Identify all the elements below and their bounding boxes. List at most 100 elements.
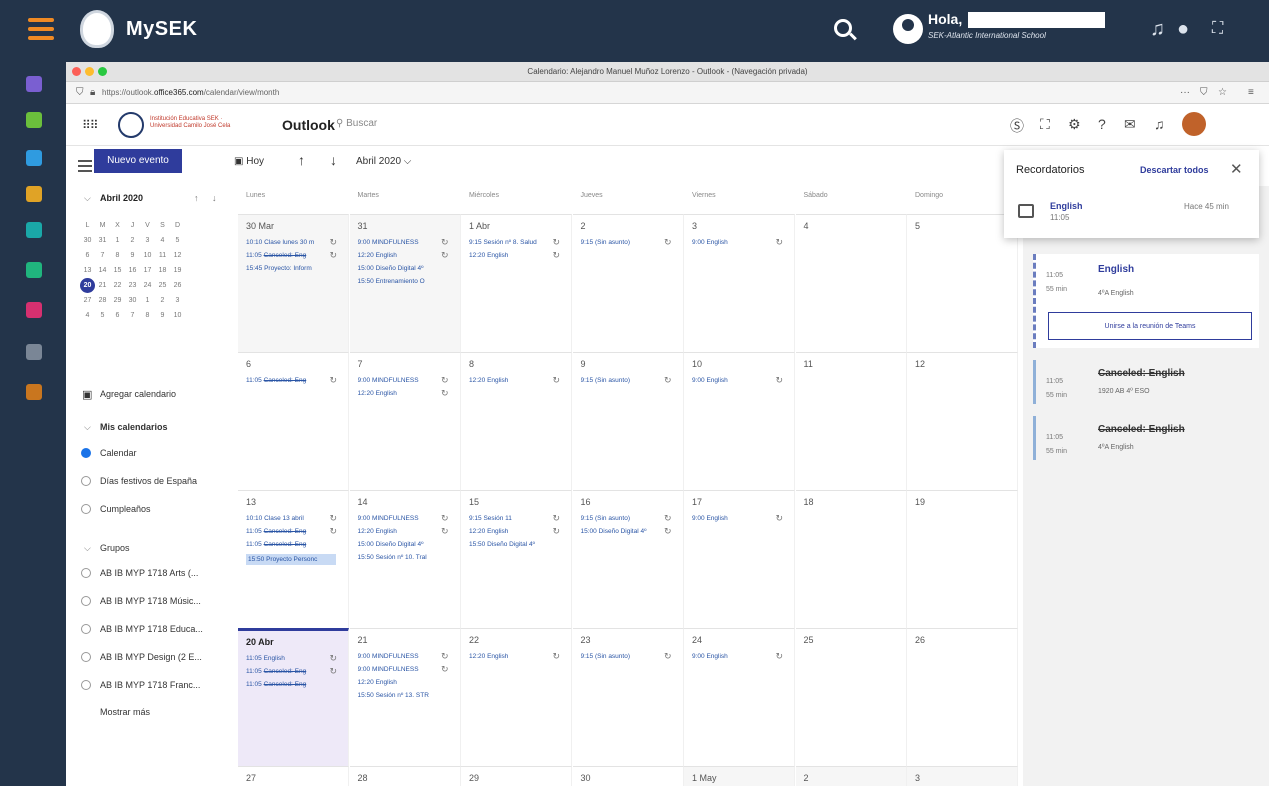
mini-day[interactable]: 2 (125, 233, 140, 248)
calendar-event[interactable]: 11:05 Canceled: Eng (246, 252, 336, 259)
notebook-app-icon[interactable] (26, 112, 42, 128)
calendar-event[interactable]: 10:10 Clase lunes 30 m (246, 239, 336, 246)
search-icon[interactable] (834, 19, 852, 37)
mini-day[interactable]: 9 (125, 248, 140, 263)
day-number[interactable]: 5 (915, 221, 920, 231)
day-cell[interactable]: 20 Abr 11:05 English ↻ 11:05 Canceled: Eng ↻… (238, 628, 349, 766)
food-app-icon[interactable] (26, 344, 42, 360)
mini-day[interactable]: 12 (170, 248, 185, 263)
day-number[interactable]: 31 (358, 221, 368, 231)
day-number[interactable]: 7 (358, 359, 363, 369)
mini-day[interactable]: 3 (140, 233, 155, 248)
feedback-icon[interactable]: ✉ (1124, 116, 1136, 133)
calendar-event[interactable]: 15:50 Entrenamiento O (358, 278, 448, 285)
teams-app-icon[interactable] (26, 76, 42, 92)
day-cell[interactable]: 4 (795, 214, 907, 352)
url-text[interactable]: https://outlook.office365.com/calendar/v… (102, 82, 279, 104)
mini-day[interactable]: 5 (170, 233, 185, 248)
day-cell[interactable]: 5 (907, 214, 1018, 352)
chevron-down-icon[interactable]: ⌵ (84, 543, 91, 554)
calendar-event[interactable]: 9:00 MINDFULNESS (358, 666, 448, 673)
day-cell[interactable]: 1 Abr 9:15 Sesión nº 8. Salud ↻ 12:20 Engli… (461, 214, 572, 352)
mini-day[interactable]: 26 (170, 278, 185, 293)
mini-day[interactable]: 3 (170, 293, 185, 308)
groups-header[interactable]: Grupos (100, 543, 130, 553)
day-cell[interactable]: 30 (572, 766, 684, 786)
mini-day[interactable]: 7 (95, 248, 110, 263)
user-avatar-icon[interactable] (893, 14, 923, 44)
calendar-event[interactable]: 9:15 (Sin asunto) (581, 239, 671, 246)
day-number[interactable]: 4 (804, 221, 809, 231)
day-cell[interactable]: 8 12:20 English ↻ (461, 352, 572, 490)
day-cell[interactable]: 28 (349, 766, 461, 786)
day-number[interactable]: 19 (915, 497, 925, 507)
calendar-event[interactable]: 9:00 MINDFULNESS (358, 653, 448, 660)
day-number[interactable]: 1 Abr (469, 221, 490, 231)
palette-icon[interactable]: ● (1177, 18, 1189, 40)
mini-day[interactable]: 8 (140, 308, 155, 323)
calendar-event[interactable]: 11:05 Canceled: Eng (246, 541, 336, 548)
outlook-app-icon[interactable] (26, 150, 42, 166)
day-number[interactable]: 8 (469, 359, 474, 369)
mini-day[interactable]: 17 (140, 263, 155, 278)
mini-prev-icon[interactable]: ↑ (194, 193, 199, 203)
app-launcher-icon[interactable]: ⠿⠿ (82, 118, 99, 132)
mini-day[interactable]: 6 (80, 248, 95, 263)
mini-day[interactable]: 16 (125, 263, 140, 278)
day-cell[interactable]: 22 12:20 English ↻ (461, 628, 572, 766)
mini-day[interactable]: 9 (155, 308, 170, 323)
day-number[interactable]: 22 (469, 635, 479, 645)
calendar-event[interactable]: 15:45 Proyecto: Inform (246, 265, 336, 272)
day-number[interactable]: 17 (692, 497, 702, 507)
day-number[interactable]: 11 (804, 359, 813, 369)
calendar-event[interactable]: 15:00 Diseño Digital 4º (358, 265, 448, 272)
calendar-event[interactable]: 9:15 (Sin asunto) (581, 653, 671, 660)
day-cell[interactable]: 3 (907, 766, 1018, 786)
calendar-event[interactable]: 10:10 Clase 13 abril (246, 515, 336, 522)
day-cell[interactable]: 23 9:15 (Sin asunto) ↻ (572, 628, 684, 766)
mini-day[interactable]: 23 (125, 278, 140, 293)
day-cell[interactable]: 27 (238, 766, 349, 786)
calendar-event[interactable]: 9:15 (Sin asunto) (581, 515, 671, 522)
calendar-event[interactable]: 9:00 English (692, 515, 782, 522)
day-cell[interactable]: 29 (461, 766, 572, 786)
calendar-checkbox[interactable] (81, 476, 91, 486)
mini-day[interactable]: 2 (155, 293, 170, 308)
mini-day[interactable]: 10 (170, 308, 185, 323)
day-number[interactable]: 1 May (692, 773, 717, 783)
calendar-event[interactable]: 12:20 English (469, 653, 559, 660)
day-number[interactable]: 10 (692, 359, 702, 369)
mini-day[interactable]: 5 (95, 308, 110, 323)
url-bar[interactable]: ⛉ 🔒︎ https://outlook.office365.com/calen… (66, 82, 1269, 104)
calendar-event[interactable]: 9:00 English (692, 377, 782, 384)
mini-day[interactable]: 30 (80, 233, 95, 248)
profile-avatar[interactable] (1182, 112, 1206, 136)
calendar-event[interactable]: 9:15 Sesión 11 (469, 515, 559, 522)
calendar-event[interactable]: 12:20 English (469, 252, 559, 259)
calendar-list-item[interactable]: Calendar (100, 448, 137, 458)
flask-app-icon[interactable] (26, 262, 42, 278)
mini-day[interactable]: 20 (80, 278, 95, 293)
day-cell[interactable]: 21 9:00 MINDFULNESS ↻ 9:00 MINDFULNESS ↻ 12:2… (349, 628, 461, 766)
calendar-event[interactable]: 9:00 MINDFULNESS (358, 377, 448, 384)
day-cell[interactable]: 13 10:10 Clase 13 abril ↻ 11:05 Canceled: E… (238, 490, 349, 628)
list-app-icon[interactable] (26, 222, 42, 238)
close-icon[interactable]: ✕ (1230, 160, 1243, 178)
agenda-event-title[interactable]: Canceled: English (1098, 368, 1185, 379)
calendar-event[interactable]: 9:00 MINDFULNESS (358, 515, 448, 522)
mini-day[interactable]: 8 (110, 248, 125, 263)
bookmark-star-icon[interactable]: ☆ (1218, 82, 1227, 104)
day-number[interactable]: 18 (804, 497, 814, 507)
mini-day[interactable]: 31 (95, 233, 110, 248)
day-number[interactable]: 26 (915, 635, 925, 645)
mini-day[interactable]: 22 (110, 278, 125, 293)
pen-app-icon[interactable] (26, 384, 42, 400)
calendar-event[interactable]: 12:20 English (358, 252, 448, 259)
mini-day[interactable]: 27 (80, 293, 95, 308)
day-cell[interactable]: 26 (907, 628, 1018, 766)
day-number[interactable]: 2 (804, 773, 809, 783)
mini-day[interactable]: 28 (95, 293, 110, 308)
hamburger-menu-icon[interactable] (28, 18, 54, 40)
calendar-event[interactable]: 9:15 Sesión nº 8. Salud (469, 239, 559, 246)
group-list-item[interactable]: AB IB MYP 1718 Arts (... (100, 568, 198, 578)
